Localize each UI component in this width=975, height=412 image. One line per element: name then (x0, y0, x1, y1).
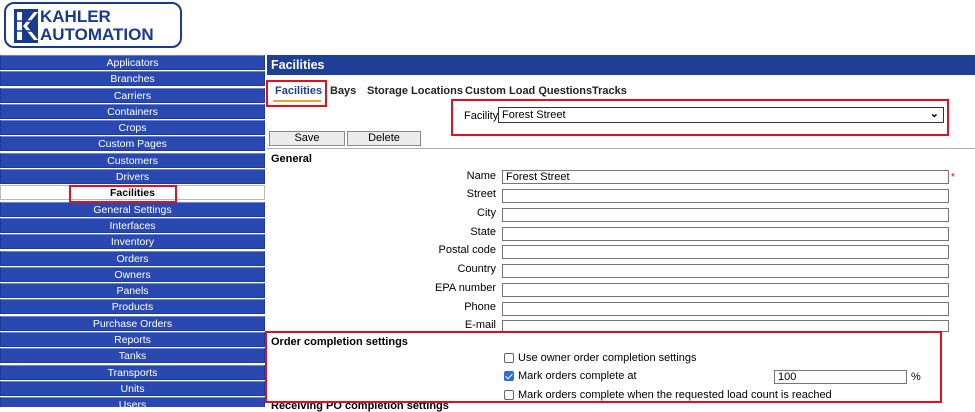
postal-code-label: Postal code (438, 244, 496, 256)
sidebar-item-users[interactable]: Users (0, 397, 265, 407)
sidebar-item-panels[interactable]: Panels (0, 283, 265, 299)
save-button[interactable]: Save (269, 131, 345, 146)
city-field[interactable] (502, 208, 949, 222)
street-label: Street (466, 188, 496, 200)
tab-bays[interactable]: Bays (330, 85, 356, 97)
active-tab-underline (273, 100, 321, 102)
postal-code-field[interactable] (502, 245, 949, 259)
percent-unit: % (911, 371, 921, 383)
sidebar-item-tanks[interactable]: Tanks (0, 348, 265, 364)
mark-complete-load-count-label: Mark orders complete when the requested … (518, 389, 832, 401)
email-label: E-mail (464, 319, 496, 331)
sidebar-item-crops[interactable]: Crops (0, 120, 265, 136)
phone-field[interactable] (502, 302, 949, 316)
mark-complete-at-label: Mark orders complete at (518, 370, 637, 382)
mark-complete-load-count-checkbox[interactable] (504, 390, 514, 400)
tab-storage-locations[interactable]: Storage Locations (367, 85, 463, 97)
sidebar-item-reports[interactable]: Reports (0, 332, 265, 348)
sidebar-item-facilities[interactable]: Facilities (0, 185, 265, 201)
epa-number-label: EPA number (435, 282, 496, 294)
sidebar-item-interfaces[interactable]: Interfaces (0, 217, 265, 233)
facility-select-value: Forest Street (502, 109, 566, 121)
facility-select[interactable]: Forest Street ⌄ (498, 107, 944, 123)
receiving-po-section-title: Receiving PO completion settings (271, 400, 449, 412)
sidebar-item-branches[interactable]: Branches (0, 71, 265, 87)
facility-selector-row: Facility Forest Street ⌄ (451, 99, 948, 135)
street-field[interactable] (502, 189, 949, 203)
sidebar-item-products[interactable]: Products (0, 299, 265, 315)
mark-complete-at-checkbox[interactable] (504, 371, 514, 381)
tab-custom-load-questions[interactable]: Custom Load Questions (465, 85, 592, 97)
epa-number-field[interactable] (502, 283, 949, 297)
sidebar-item-purchase-orders[interactable]: Purchase Orders (0, 315, 265, 331)
sidebar-item-general-settings[interactable]: General Settings (0, 201, 265, 217)
email-field[interactable] (502, 320, 949, 332)
page-title: Facilities (271, 58, 325, 72)
sidebar-item-orders[interactable]: Orders (0, 250, 265, 266)
state-label: State (470, 226, 496, 238)
delete-button[interactable]: Delete (347, 131, 421, 146)
country-field[interactable] (502, 264, 949, 278)
tab-bar: Facilities Bays Storage Locations Custom… (267, 79, 975, 102)
sidebar-item-units[interactable]: Units (0, 380, 265, 396)
kahler-k-icon (14, 9, 38, 43)
sidebar-item-drivers[interactable]: Drivers (0, 169, 265, 185)
sidebar-item-owners[interactable]: Owners (0, 266, 265, 282)
name-label: Name (466, 170, 496, 182)
sidebar-nav: Applicators Branches Carriers Containers Cro… (0, 55, 265, 407)
kahler-logo: KAHLER AUTOMATION (4, 2, 182, 48)
sidebar-item-applicators[interactable]: Applicators (0, 55, 265, 70)
city-label: City (477, 207, 496, 219)
use-owner-settings-label: Use owner order completion settings (518, 352, 697, 364)
tab-tracks[interactable]: Tracks (592, 85, 627, 97)
required-indicator: * (951, 172, 955, 183)
sidebar-item-inventory[interactable]: Inventory (0, 234, 265, 250)
logo-line-1: KAHLER (40, 7, 111, 26)
sidebar-item-customers[interactable]: Customers (0, 152, 265, 168)
sidebar-item-carriers[interactable]: Carriers (0, 87, 265, 103)
name-field[interactable]: Forest Street (502, 170, 949, 184)
use-owner-settings-checkbox[interactable] (504, 353, 514, 363)
state-field[interactable] (502, 227, 949, 241)
tab-facilities[interactable]: Facilities (275, 85, 322, 97)
sidebar-item-custom-pages[interactable]: Custom Pages (0, 136, 265, 152)
sidebar-item-containers[interactable]: Containers (0, 103, 265, 119)
sidebar-item-transports[interactable]: Transports (0, 364, 265, 380)
phone-label: Phone (464, 301, 496, 313)
chevron-down-icon: ⌄ (929, 108, 939, 120)
completion-percent-input[interactable]: 100 (774, 370, 907, 384)
general-section-title: General (271, 153, 312, 165)
toolbar-divider (267, 148, 975, 149)
logo-line-2: AUTOMATION (40, 25, 154, 44)
country-label: Country (457, 263, 496, 275)
order-completion-section-title: Order completion settings (271, 336, 408, 348)
page-header: Facilities (267, 55, 975, 75)
facility-label: Facility (464, 110, 499, 122)
